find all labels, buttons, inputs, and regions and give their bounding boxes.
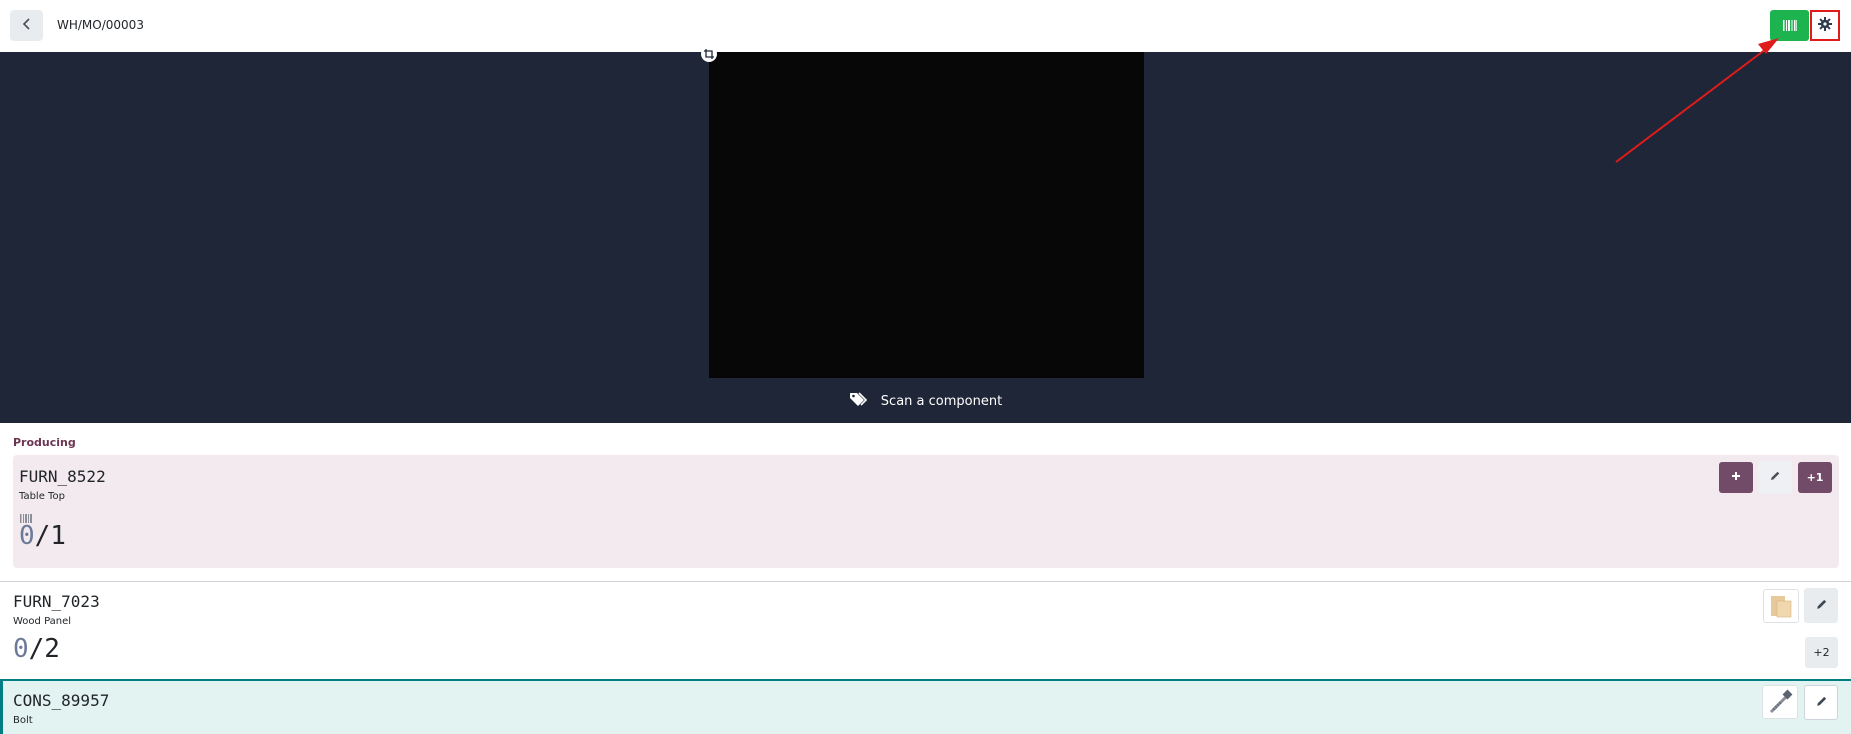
edit-button[interactable] xyxy=(1758,461,1792,494)
edit-button[interactable] xyxy=(1804,588,1838,623)
barcode-button[interactable] xyxy=(1770,10,1809,41)
barcode-scanner-panel: Scan a component xyxy=(0,46,1851,423)
crop-icon[interactable] xyxy=(701,46,717,62)
component-quantity: 0/2 xyxy=(13,634,60,664)
producing-product-card[interactable]: FURN_8522 Table Top 0/1 +1 xyxy=(13,455,1839,568)
tags-icon xyxy=(849,391,869,411)
plus-icon xyxy=(1731,471,1741,484)
component-line-bolt[interactable]: CONS_89957 Bolt xyxy=(0,679,1851,734)
pencil-icon xyxy=(1769,470,1781,485)
qty-total: /1 xyxy=(34,521,66,551)
scan-hint-text: Scan a component xyxy=(880,393,1003,409)
pencil-icon xyxy=(1815,695,1828,711)
product-quantity: 0/1 xyxy=(19,521,66,551)
qty-done: 0 xyxy=(13,634,29,664)
page-title: WH/MO/00003 xyxy=(57,18,144,32)
bolt-image xyxy=(1762,685,1798,719)
component-code: CONS_89957 xyxy=(13,691,110,710)
pencil-icon xyxy=(1815,598,1828,614)
component-name: Wood Panel xyxy=(13,616,72,627)
chevron-left-icon xyxy=(22,16,32,35)
wood-panel-image xyxy=(1763,589,1799,623)
qty-done: 0 xyxy=(19,521,35,551)
edit-button[interactable] xyxy=(1804,685,1838,720)
increment-button[interactable]: +1 xyxy=(1798,462,1832,493)
barcode-icon xyxy=(1782,16,1797,35)
component-line-wood-panel[interactable]: FURN_7023 Wood Panel 0/2 +2 xyxy=(0,583,1851,679)
product-code: FURN_8522 xyxy=(19,467,106,486)
add-quantity-button[interactable] xyxy=(1719,462,1753,493)
qty-total: /2 xyxy=(28,634,60,664)
top-bar: WH/MO/00003 xyxy=(0,0,1851,52)
product-name: Table Top xyxy=(19,491,65,502)
back-button[interactable] xyxy=(10,10,43,41)
component-name: Bolt xyxy=(13,715,33,726)
component-code: FURN_7023 xyxy=(13,592,100,611)
producing-section-label: Producing xyxy=(13,436,76,449)
gear-icon xyxy=(1818,16,1832,35)
increment-button[interactable]: +2 xyxy=(1805,637,1838,668)
scan-hint: Scan a component xyxy=(0,391,1851,411)
camera-video-feed xyxy=(709,52,1144,378)
divider xyxy=(0,581,1851,582)
settings-button[interactable] xyxy=(1810,10,1840,41)
